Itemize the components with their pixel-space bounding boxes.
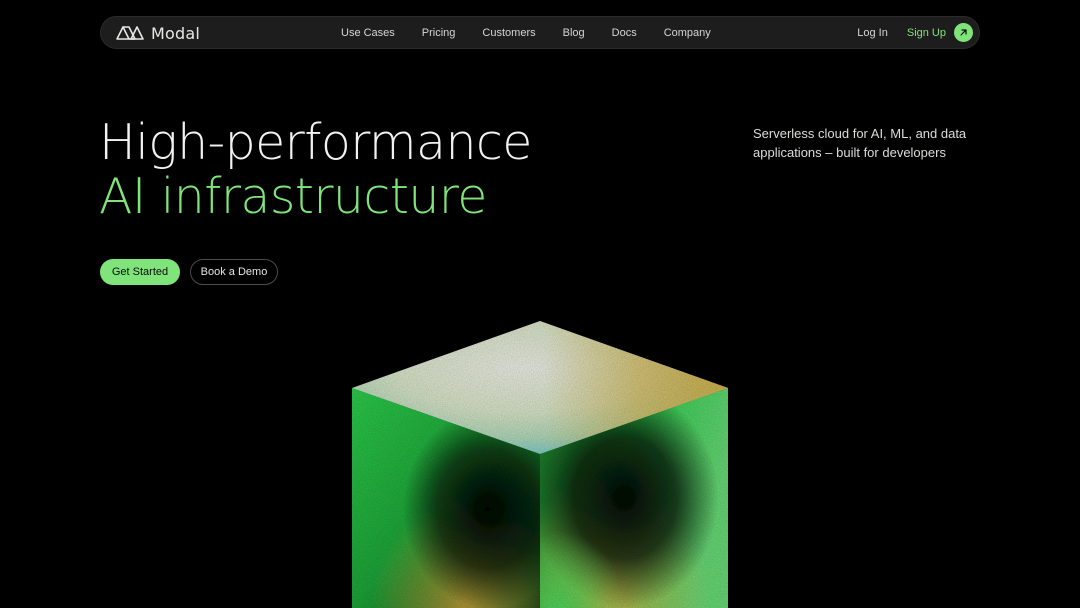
book-demo-button[interactable]: Book a Demo — [190, 259, 278, 285]
arrow-up-right-icon — [960, 29, 967, 36]
gradient-cube-illustration — [352, 321, 728, 608]
hero-headline: High-performance AI infrastructure — [99, 116, 532, 224]
get-started-button[interactable]: Get Started — [100, 259, 180, 285]
hero-title-line-1: High-performance — [99, 114, 532, 171]
login-link[interactable]: Log In — [857, 27, 888, 39]
nav-link-blog[interactable]: Blog — [563, 27, 585, 39]
nav-link-company[interactable]: Company — [664, 27, 711, 39]
auth-links: Log In Sign Up — [857, 17, 973, 48]
hero-tagline: Serverless cloud for AI, ML, and data ap… — [753, 126, 967, 160]
nav-link-customers[interactable]: Customers — [482, 27, 535, 39]
top-navigation-bar: Modal Use Cases Pricing Customers Blog D… — [100, 16, 980, 49]
signup-link[interactable]: Sign Up — [907, 27, 946, 39]
nav-link-pricing[interactable]: Pricing — [422, 27, 456, 39]
nav-link-use-cases[interactable]: Use Cases — [341, 27, 395, 39]
landing-page: Modal Use Cases Pricing Customers Blog D… — [0, 0, 1080, 608]
nav-link-docs[interactable]: Docs — [612, 27, 637, 39]
hero-title-line-2: AI infrastructure — [99, 168, 487, 225]
brand-logo[interactable]: Modal — [115, 23, 200, 43]
brand-name: Modal — [151, 23, 200, 43]
modal-logo-icon — [116, 26, 144, 40]
signup-arrow-button[interactable] — [954, 23, 973, 42]
primary-nav-links: Use Cases Pricing Customers Blog Docs Co… — [341, 17, 738, 48]
